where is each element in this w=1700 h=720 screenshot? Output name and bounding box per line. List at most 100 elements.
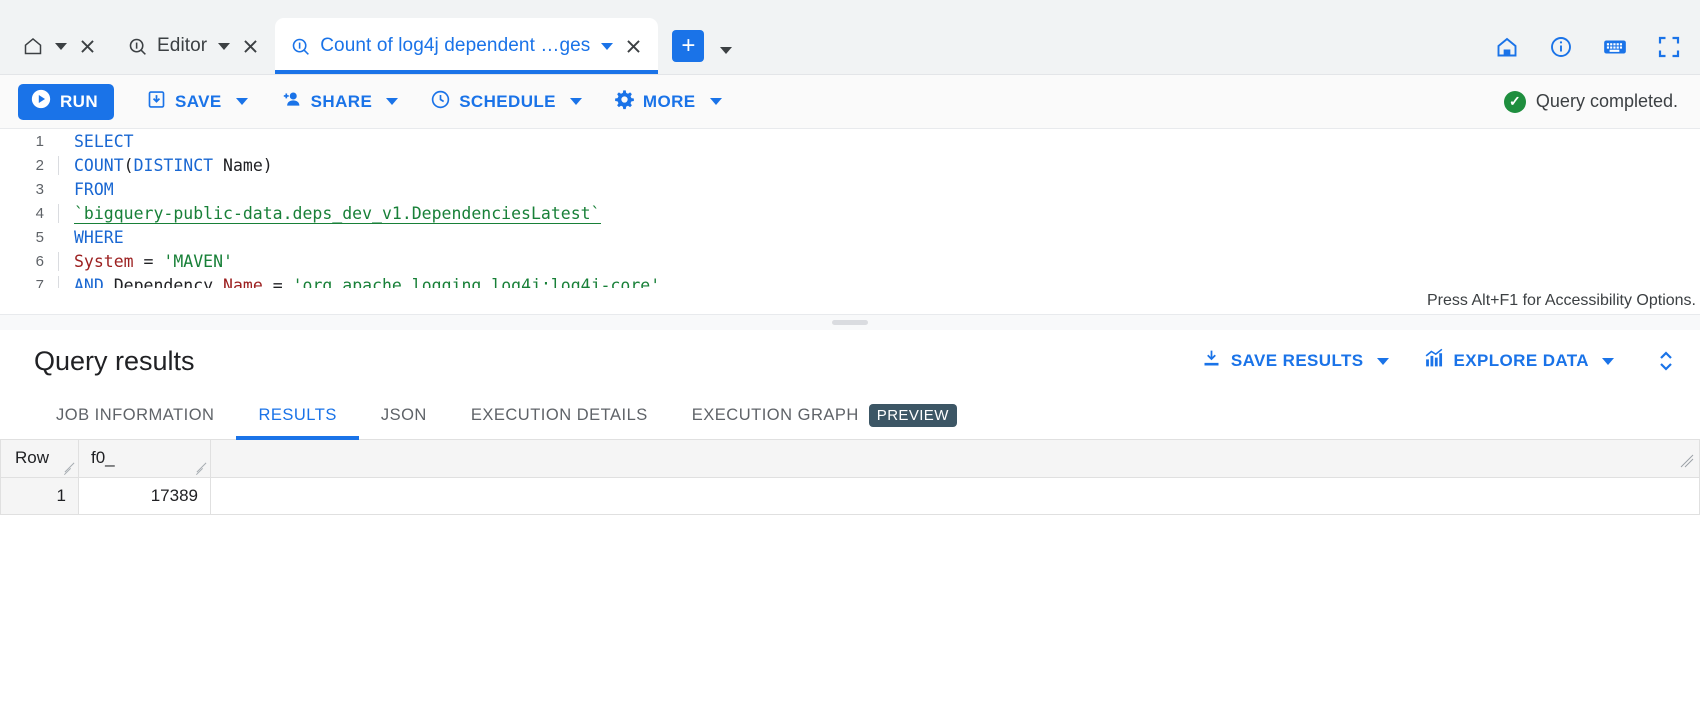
- column-header-filler: [210, 440, 1700, 478]
- sql-token: =: [133, 251, 164, 271]
- tab-execution-graph[interactable]: EXECUTION GRAPH PREVIEW: [670, 392, 979, 439]
- tab-label: JSON: [380, 406, 427, 424]
- code-line: 2 COUNT(DISTINCT Name): [0, 153, 1700, 177]
- column-header-label: Row: [15, 448, 50, 468]
- chart-icon: [1423, 348, 1445, 374]
- schedule-button[interactable]: SCHEDULE: [416, 83, 596, 121]
- sql-token: DISTINCT: [133, 155, 214, 175]
- column-header-f0[interactable]: f0_: [78, 440, 211, 478]
- info-icon[interactable]: [1548, 34, 1574, 60]
- table-corner-grip[interactable]: [1680, 454, 1694, 473]
- status-text: Query completed.: [1535, 91, 1678, 111]
- chevron-down-icon[interactable]: [1602, 357, 1614, 365]
- more-button-label: MORE: [642, 91, 696, 111]
- bigquery-icon: [126, 35, 148, 57]
- sql-table-reference[interactable]: `bigquery-public-data.deps_dev_v1.Depend…: [74, 203, 601, 224]
- gear-icon: [614, 89, 635, 115]
- close-icon[interactable]: [239, 35, 261, 57]
- chevron-down-icon[interactable]: [386, 98, 399, 105]
- browser-tab-label: Editor: [157, 35, 208, 56]
- code-line: 3 FROM: [0, 177, 1700, 201]
- tab-json[interactable]: JSON: [359, 392, 449, 439]
- share-button[interactable]: SHARE: [266, 83, 413, 121]
- browser-tab-label: Count of log4j dependent …ges: [320, 35, 591, 56]
- bigquery-console: Editor Count of log4j dependent …ges + R…: [0, 0, 1700, 720]
- explore-data-label: EXPLORE DATA: [1453, 351, 1589, 370]
- tab-label: JOB INFORMATION: [56, 406, 215, 424]
- column-header-label: f0_: [91, 448, 115, 468]
- chevron-down-icon[interactable]: [569, 98, 582, 105]
- sql-token: 'MAVEN': [163, 251, 233, 271]
- page-title: Query results: [34, 345, 195, 376]
- line-number: 6: [35, 252, 44, 270]
- browser-tab-query[interactable]: Count of log4j dependent …ges: [275, 18, 659, 74]
- chevron-down-icon[interactable]: [1376, 357, 1389, 365]
- query-results-panel: Query results SAVE RESULTS EXPLORE DATA: [0, 330, 1700, 720]
- save-results-button[interactable]: SAVE RESULTS: [1201, 348, 1389, 374]
- status-badge: ✓ Query completed.: [1503, 90, 1678, 113]
- save-button[interactable]: SAVE: [132, 83, 262, 121]
- results-header: Query results SAVE RESULTS EXPLORE DATA: [0, 330, 1700, 392]
- column-resize-grip[interactable]: [62, 461, 76, 475]
- chevron-down-icon[interactable]: [601, 42, 614, 50]
- sql-token: ): [262, 155, 273, 175]
- panel-splitter[interactable]: [0, 314, 1700, 330]
- sql-token: System: [74, 251, 134, 271]
- home-icon[interactable]: [1494, 34, 1520, 60]
- tab-label: EXECUTION DETAILS: [470, 406, 648, 424]
- expand-collapse-icon[interactable]: [1654, 347, 1678, 375]
- code-line: 4 `bigquery-public-data.deps_dev_v1.Depe…: [0, 201, 1700, 225]
- tab-results[interactable]: RESULTS: [236, 392, 360, 440]
- results-table: Row f0_ 1 17389: [0, 440, 1700, 515]
- close-icon[interactable]: [76, 35, 98, 57]
- share-button-label: SHARE: [310, 91, 373, 111]
- tab-job-information[interactable]: JOB INFORMATION: [34, 392, 236, 439]
- tabbar-right-icons: [1494, 34, 1682, 60]
- code-text[interactable]: FROM: [58, 180, 114, 199]
- keyboard-icon[interactable]: [1602, 34, 1628, 60]
- code-text[interactable]: `bigquery-public-data.deps_dev_v1.Depend…: [58, 203, 601, 224]
- code-text[interactable]: SELECT: [58, 132, 134, 151]
- bigquery-icon: [289, 35, 311, 57]
- chevron-down-icon[interactable]: [709, 98, 722, 105]
- explore-data-button[interactable]: EXPLORE DATA: [1423, 348, 1614, 374]
- tab-label: RESULTS: [258, 406, 337, 424]
- sql-editor[interactable]: 1 SELECT 2 COUNT(DISTINCT Name) 3 FROM 4…: [0, 129, 1700, 314]
- run-button-label: RUN: [60, 91, 99, 111]
- splitter-handle[interactable]: [832, 320, 868, 325]
- chevron-down-icon[interactable]: [235, 98, 248, 105]
- fullscreen-icon[interactable]: [1656, 34, 1682, 60]
- code-text[interactable]: WHERE: [58, 228, 124, 247]
- new-tab-button[interactable]: +: [672, 30, 705, 62]
- run-button[interactable]: RUN: [18, 83, 115, 120]
- results-actions: SAVE RESULTS EXPLORE DATA: [1201, 347, 1678, 375]
- line-number: 2: [35, 156, 44, 174]
- code-text[interactable]: COUNT(DISTINCT Name): [58, 155, 273, 175]
- close-icon[interactable]: [622, 35, 644, 57]
- sql-token: (: [123, 155, 134, 175]
- table-header-row: Row f0_: [0, 440, 1700, 478]
- chevron-down-icon[interactable]: [55, 42, 67, 50]
- save-icon: [146, 89, 167, 115]
- chevron-down-icon[interactable]: [218, 42, 231, 50]
- code-text[interactable]: System = 'MAVEN': [58, 251, 233, 271]
- table-row[interactable]: 1 17389: [0, 477, 1700, 515]
- tab-execution-details[interactable]: EXECUTION DETAILS: [449, 392, 670, 439]
- sql-token: FROM: [74, 179, 114, 199]
- column-header-row[interactable]: Row: [0, 440, 79, 478]
- code-line: 6 System = 'MAVEN': [0, 249, 1700, 273]
- more-button[interactable]: MORE: [600, 83, 736, 121]
- line-number: 1: [35, 132, 44, 150]
- sql-token: Name: [213, 155, 263, 175]
- home-icon: [22, 35, 44, 57]
- schedule-button-label: SCHEDULE: [459, 91, 556, 111]
- accessibility-hint: Press Alt+F1 for Accessibility Options.: [0, 288, 1700, 314]
- line-number: 4: [35, 204, 44, 222]
- column-resize-grip[interactable]: [194, 461, 208, 475]
- browser-tab-home[interactable]: [8, 18, 112, 74]
- browser-tab-editor[interactable]: Editor: [112, 18, 275, 74]
- browser-tab-bar: Editor Count of log4j dependent …ges +: [0, 0, 1700, 75]
- code-line: 5 WHERE: [0, 225, 1700, 249]
- check-circle-icon: ✓: [1503, 90, 1526, 113]
- new-tab-chevron-down-icon[interactable]: [720, 47, 733, 54]
